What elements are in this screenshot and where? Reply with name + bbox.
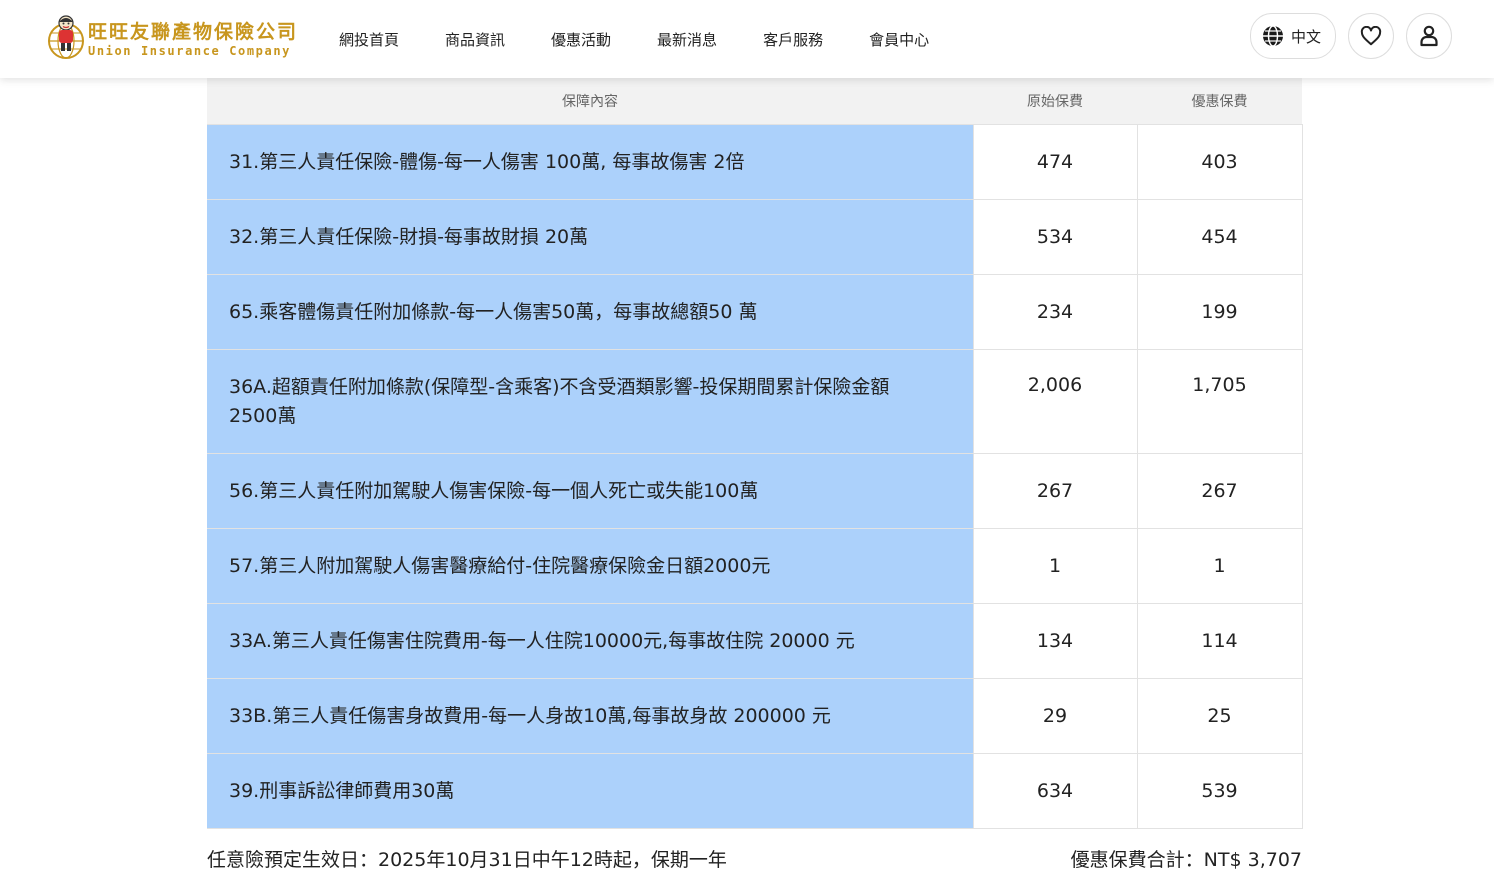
user-icon xyxy=(1420,25,1438,47)
original-premium: 474 xyxy=(972,124,1137,200)
table-row: 33B.第三人責任傷害身故費用-每一人身故10萬,每事故身故 200000 元 … xyxy=(207,678,1303,754)
nav-products[interactable]: 商品資訊 xyxy=(445,29,505,50)
total-premium-text: 優惠保費合計：NT$ 3,707 xyxy=(1070,849,1302,871)
site-header: 旺旺友聯產物保險公司 Union Insurance Company 網投首頁 … xyxy=(0,0,1494,78)
table-row: 32.第三人責任保險-財損-每事故財損 20萬 534 454 xyxy=(207,199,1303,275)
discount-premium: 267 xyxy=(1136,453,1303,529)
favorites-button[interactable] xyxy=(1348,13,1394,59)
nav-customer-service[interactable]: 客戶服務 xyxy=(763,29,823,50)
coverage-item: 31.第三人責任保險-體傷-每一人傷害 100萬, 每事故傷害 2倍 xyxy=(207,124,973,200)
table-header-row: 保障內容 原始保費 優惠保費 xyxy=(207,78,1302,125)
nav-promotions[interactable]: 優惠活動 xyxy=(551,29,611,50)
discount-premium: 199 xyxy=(1136,274,1303,350)
logo-english-name: Union Insurance Company xyxy=(88,44,291,58)
coverage-item: 36A.超額責任附加條款(保障型-含乘客)不含受酒類影響-投保期間累計保險金額2… xyxy=(207,349,973,454)
globe-icon xyxy=(1262,25,1283,47)
nav-news[interactable]: 最新消息 xyxy=(657,29,717,50)
original-premium: 1 xyxy=(972,528,1137,604)
col-original-premium: 原始保費 xyxy=(973,78,1137,125)
original-premium: 29 xyxy=(972,678,1137,754)
table-row: 36A.超額責任附加條款(保障型-含乘客)不含受酒類影響-投保期間累計保險金額2… xyxy=(207,349,1303,454)
col-discount-premium: 優惠保費 xyxy=(1137,78,1302,125)
discount-premium: 114 xyxy=(1136,603,1303,679)
discount-premium: 1,705 xyxy=(1136,349,1303,454)
col-coverage: 保障內容 xyxy=(207,78,973,125)
main-nav: 網投首頁 商品資訊 優惠活動 最新消息 客戶服務 會員中心 xyxy=(339,29,975,50)
discount-premium: 454 xyxy=(1136,199,1303,275)
original-premium: 234 xyxy=(972,274,1137,350)
original-premium: 634 xyxy=(972,753,1137,829)
original-premium: 267 xyxy=(972,453,1137,529)
mascot-logo-icon xyxy=(48,15,84,59)
language-label: 中文 xyxy=(1290,27,1321,46)
discount-premium: 403 xyxy=(1136,124,1303,200)
logo-chinese-name: 旺旺友聯產物保險公司 xyxy=(88,21,299,43)
account-button[interactable] xyxy=(1406,13,1452,59)
coverage-item: 57.第三人附加駕駛人傷害醫療給付-住院醫療保險金日額2000元 xyxy=(207,528,973,604)
premium-table: 保障內容 原始保費 優惠保費 31.第三人責任保險-體傷-每一人傷害 100萬,… xyxy=(207,78,1303,829)
effective-date-text: 任意險預定生效日：2025年10月31日中午12時起，保期一年 xyxy=(207,849,727,871)
coverage-item: 32.第三人責任保險-財損-每事故財損 20萬 xyxy=(207,199,973,275)
original-premium: 134 xyxy=(972,603,1137,679)
table-row: 31.第三人責任保險-體傷-每一人傷害 100萬, 每事故傷害 2倍 474 4… xyxy=(207,124,1303,200)
nav-home[interactable]: 網投首頁 xyxy=(339,29,399,50)
header-actions: 中文 xyxy=(1249,13,1452,59)
heart-icon xyxy=(1360,26,1382,46)
premium-table-container: 保障內容 原始保費 優惠保費 31.第三人責任保險-體傷-每一人傷害 100萬,… xyxy=(207,78,1303,829)
coverage-item: 33B.第三人責任傷害身故費用-每一人身故10萬,每事故身故 200000 元 xyxy=(207,678,973,754)
language-button[interactable]: 中文 xyxy=(1249,13,1336,59)
nav-member-center[interactable]: 會員中心 xyxy=(869,29,929,50)
table-row: 56.第三人責任附加駕駛人傷害保險-每一個人死亡或失能100萬 267 267 xyxy=(207,453,1303,529)
coverage-item: 65.乘客體傷責任附加條款-每一人傷害50萬，每事故總額50 萬 xyxy=(207,274,973,350)
discount-premium: 1 xyxy=(1136,528,1303,604)
table-row: 39.刑事訴訟律師費用30萬 634 539 xyxy=(207,753,1303,829)
company-logo[interactable]: 旺旺友聯產物保險公司 Union Insurance Company xyxy=(46,14,296,64)
discount-premium: 25 xyxy=(1136,678,1303,754)
table-row: 33A.第三人責任傷害住院費用-每一人住院10000元,每事故住院 20000 … xyxy=(207,603,1303,679)
coverage-item: 33A.第三人責任傷害住院費用-每一人住院10000元,每事故住院 20000 … xyxy=(207,603,973,679)
original-premium: 534 xyxy=(972,199,1137,275)
discount-premium: 539 xyxy=(1136,753,1303,829)
table-row: 65.乘客體傷責任附加條款-每一人傷害50萬，每事故總額50 萬 234 199 xyxy=(207,274,1303,350)
original-premium: 2,006 xyxy=(972,349,1137,454)
table-row: 57.第三人附加駕駛人傷害醫療給付-住院醫療保險金日額2000元 1 1 xyxy=(207,528,1303,604)
coverage-item: 56.第三人責任附加駕駛人傷害保險-每一個人死亡或失能100萬 xyxy=(207,453,973,529)
coverage-item: 39.刑事訴訟律師費用30萬 xyxy=(207,753,973,829)
